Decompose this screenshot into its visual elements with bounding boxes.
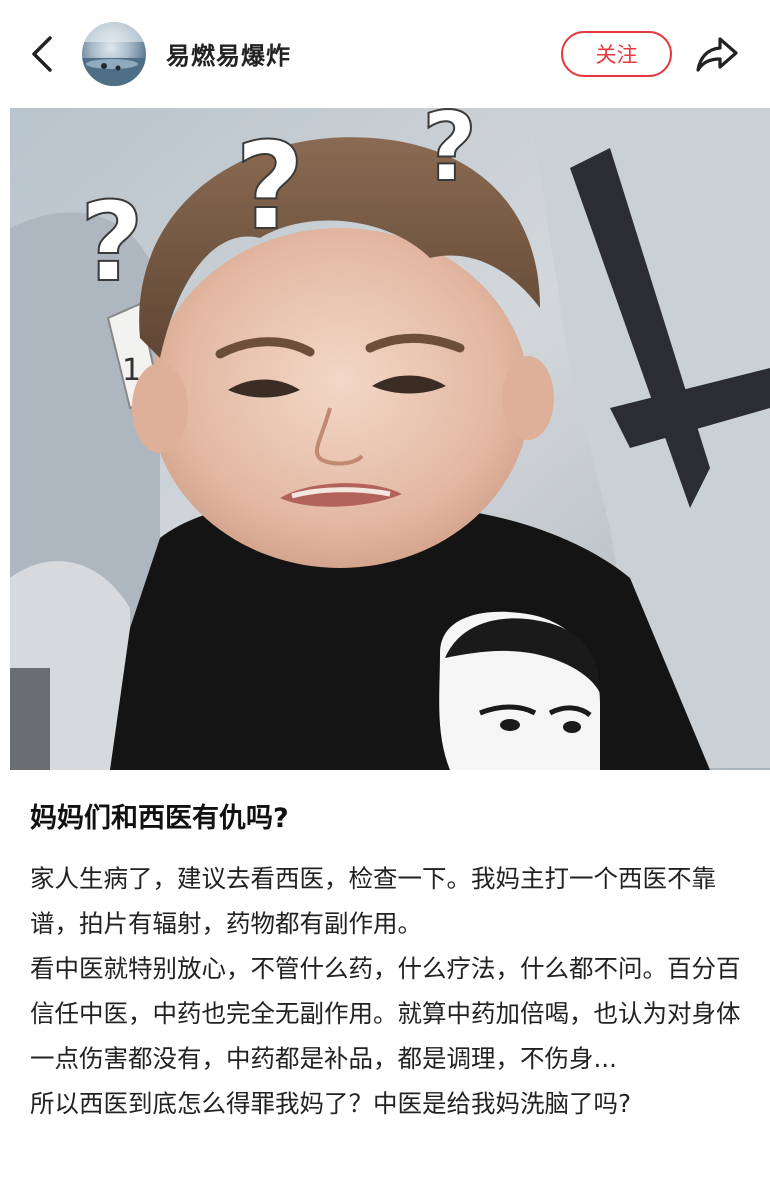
avatar[interactable] [82,22,146,86]
question-mark-center: ? [235,118,305,257]
top-bar: 易燃易爆炸 关注 [0,0,770,108]
avatar-image [82,22,146,86]
question-mark-right: ? [422,108,477,203]
question-mark-left: ? [80,178,144,306]
post-paragraph: 所以西医到底怎么得罪我妈了？中医是给我妈洗脑了吗? [30,1089,632,1118]
post-paragraph: 看中医就特别放心，不管什么药，什么疗法，什么都不问。百分百信任中医，中药也完全无… [30,954,741,1073]
post-body: 家人生病了，建议去看西医，检查一下。我妈主打一个西医不靠谱，拍片有辐射，药物都有… [30,856,748,1126]
post-title: 妈妈们和西医有仇吗? [30,803,289,834]
follow-button[interactable]: 关注 [561,31,672,77]
post-paragraph: 家人生病了，建议去看西医，检查一下。我妈主打一个西医不靠谱，拍片有辐射，药物都有… [30,864,716,938]
share-arrow-icon [696,37,738,72]
username[interactable]: 易燃易爆炸 [166,36,291,71]
back-button[interactable] [26,34,62,74]
post-image[interactable]: 1 ? ? ? [10,108,770,770]
chevron-left-icon [32,36,52,72]
share-button[interactable] [694,33,740,75]
